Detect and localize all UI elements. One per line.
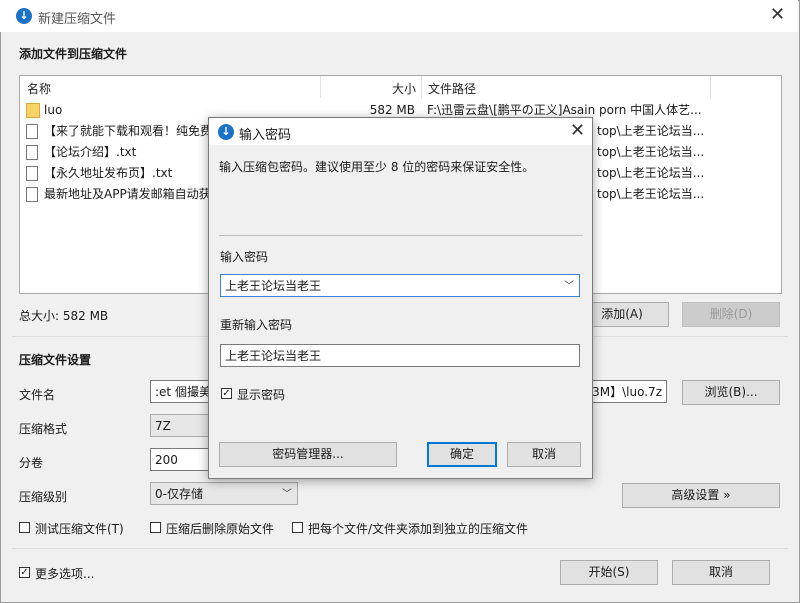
folder-icon xyxy=(26,103,40,118)
reenter-password-input[interactable]: 上老王论坛当老王 xyxy=(220,344,580,367)
level-value: 0-仅存储 xyxy=(155,487,203,501)
cancel-button[interactable]: 取消 xyxy=(672,560,770,585)
dialog-title-bar: ↓ 输入密码 ✕ xyxy=(209,118,592,145)
app-logo-icon: ↓ xyxy=(218,124,234,140)
password-manager-button[interactable]: 密码管理器... xyxy=(219,442,397,467)
separate-archives-label: 把每个文件/文件夹添加到独立的压缩文件 xyxy=(308,522,529,536)
file-name: luo xyxy=(44,103,63,117)
column-divider xyxy=(710,76,711,98)
volume-value: 200 xyxy=(155,453,178,467)
dialog-close-icon[interactable]: ✕ xyxy=(570,122,585,140)
level-label: 压缩级别 xyxy=(19,490,68,504)
column-name-header[interactable]: 名称 xyxy=(27,80,51,97)
password-dialog: ↓ 输入密码 ✕ 输入压缩包密码。建议使用至少 8 位的密码来保证安全性。 输入… xyxy=(208,117,593,479)
test-archive-label: 测试压缩文件(T) xyxy=(35,522,124,536)
column-path-header[interactable]: 文件路径 xyxy=(428,80,476,97)
volume-label: 分卷 xyxy=(19,456,44,470)
file-name: 【来了就能下载和观看！纯免费 xyxy=(44,124,213,138)
settings-header: 压缩文件设置 xyxy=(19,353,92,367)
reenter-password-value: 上老王论坛当老王 xyxy=(225,349,322,363)
password-value: 上老王论坛当老王 xyxy=(225,279,322,293)
show-password-label: 显示密码 xyxy=(237,388,286,402)
column-divider xyxy=(421,76,422,98)
column-size-header[interactable]: 大小 xyxy=(392,80,416,97)
file-path: top\上老王论坛当... xyxy=(597,145,705,159)
close-icon[interactable]: ✕ xyxy=(770,6,785,24)
column-divider xyxy=(320,76,321,98)
title-bar: ↓ 新建压缩文件 ✕ xyxy=(0,0,798,32)
browse-button[interactable]: 浏览(B)... xyxy=(682,380,780,405)
reenter-password-label: 重新输入密码 xyxy=(220,318,293,332)
text-file-icon xyxy=(26,145,38,160)
total-size: 总大小: 582 MB xyxy=(19,309,109,323)
window-title: 新建压缩文件 xyxy=(38,12,117,27)
text-file-icon xyxy=(26,166,38,181)
dialog-hint: 输入压缩包密码。建议使用至少 8 位的密码来保证安全性。 xyxy=(219,160,535,174)
level-select[interactable]: 0-仅存储 ﹀ xyxy=(150,482,298,505)
delete-after-checkbox[interactable] xyxy=(150,522,161,533)
more-options-checkbox[interactable]: ✓ xyxy=(19,567,30,578)
delete-button[interactable]: 删除(D) xyxy=(682,302,780,327)
delete-after-label: 压缩后删除原始文件 xyxy=(166,522,275,536)
text-file-icon xyxy=(26,124,38,139)
format-label: 压缩格式 xyxy=(19,422,68,436)
file-path: top\上老王论坛当... xyxy=(597,124,705,138)
chevron-down-icon[interactable]: ﹀ xyxy=(564,275,574,298)
file-path: top\上老王论坛当... xyxy=(597,187,705,201)
password-input[interactable]: 上老王论坛当老王 ﹀ xyxy=(220,274,580,297)
divider xyxy=(12,548,788,549)
filename-label: 文件名 xyxy=(19,388,56,402)
filename-tail: 3M】\luo.7z xyxy=(592,385,662,399)
show-password-checkbox[interactable]: ✓ xyxy=(221,388,232,399)
separate-archives-checkbox[interactable] xyxy=(292,522,303,533)
format-value: 7Z xyxy=(155,419,171,433)
file-name: 【永久地址发布页】.txt xyxy=(44,166,173,180)
app-logo-icon: ↓ xyxy=(16,8,32,24)
ok-button[interactable]: 确定 xyxy=(427,442,497,467)
dialog-cancel-button[interactable]: 取消 xyxy=(507,442,581,467)
add-files-header: 添加文件到压缩文件 xyxy=(19,47,128,61)
chevron-down-icon: ﹀ xyxy=(282,489,292,500)
start-button[interactable]: 开始(S) xyxy=(560,560,658,585)
text-file-icon xyxy=(26,187,38,202)
more-options-label: 更多选项... xyxy=(35,567,95,581)
dialog-title: 输入密码 xyxy=(239,128,292,143)
file-name: 【论坛介绍】.txt xyxy=(44,145,137,159)
test-archive-checkbox[interactable] xyxy=(19,522,30,533)
divider xyxy=(219,235,583,236)
advanced-settings-button[interactable]: 高级设置 » xyxy=(622,483,780,508)
file-name: 最新地址及APP请发邮箱自动获 xyxy=(44,187,211,201)
file-path: top\上老王论坛当... xyxy=(597,166,705,180)
password-label: 输入密码 xyxy=(220,250,269,264)
filename-value: :et 個撮美 xyxy=(155,385,211,399)
